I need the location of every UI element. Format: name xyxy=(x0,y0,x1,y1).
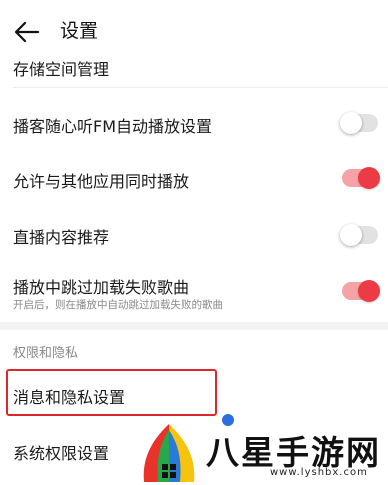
section-title-privacy: 权限和隐私 xyxy=(13,346,79,361)
settings-item-label: 直播内容推荐 xyxy=(13,228,110,247)
settings-item-description: 开启后，则在播放中自动跳过加载失败的歌曲 xyxy=(13,299,223,311)
settings-item-podcast-autoplay[interactable]: 播客随心听FM自动播放设置 xyxy=(0,97,388,149)
toggle-knob xyxy=(358,280,380,302)
settings-item-simultaneous-play[interactable]: 允许与其他应用同时播放 xyxy=(0,152,388,204)
arrow-left-icon[interactable] xyxy=(12,17,42,47)
toggle-knob xyxy=(340,224,362,246)
highlight-annotation xyxy=(6,369,217,416)
settings-item-label: 播客随心听FM自动播放设置 xyxy=(13,117,213,136)
settings-item-storage[interactable]: 存储空间管理 xyxy=(0,50,388,88)
divider xyxy=(13,87,388,88)
podcast-autoplay-toggle[interactable] xyxy=(340,112,378,134)
section-separator xyxy=(0,322,388,330)
settings-item-label: 播放中跳过加载失败歌曲 xyxy=(13,278,190,297)
toggle-knob xyxy=(340,112,362,134)
settings-item-label: 允许与其他应用同时播放 xyxy=(13,172,190,191)
skip-failed-songs-toggle[interactable] xyxy=(342,280,380,302)
settings-item-live-recommend[interactable]: 直播内容推荐 xyxy=(0,208,388,260)
settings-item-label: 系统权限设置 xyxy=(13,444,110,463)
live-recommend-toggle[interactable] xyxy=(340,224,378,246)
watermark-url: www.lyshbx.com xyxy=(270,467,368,478)
page-title: 设置 xyxy=(60,20,99,42)
watermark: 八星手游网 www.lyshbx.com xyxy=(136,420,388,485)
simultaneous-play-toggle[interactable] xyxy=(342,167,380,189)
toggle-knob xyxy=(358,167,380,189)
watermark-logo-icon xyxy=(143,424,195,482)
settings-item-skip-failed-songs[interactable]: 播放中跳过加载失败歌曲 开启后，则在播放中自动跳过加载失败的歌曲 xyxy=(0,264,388,320)
settings-item-label: 存储空间管理 xyxy=(13,60,110,79)
